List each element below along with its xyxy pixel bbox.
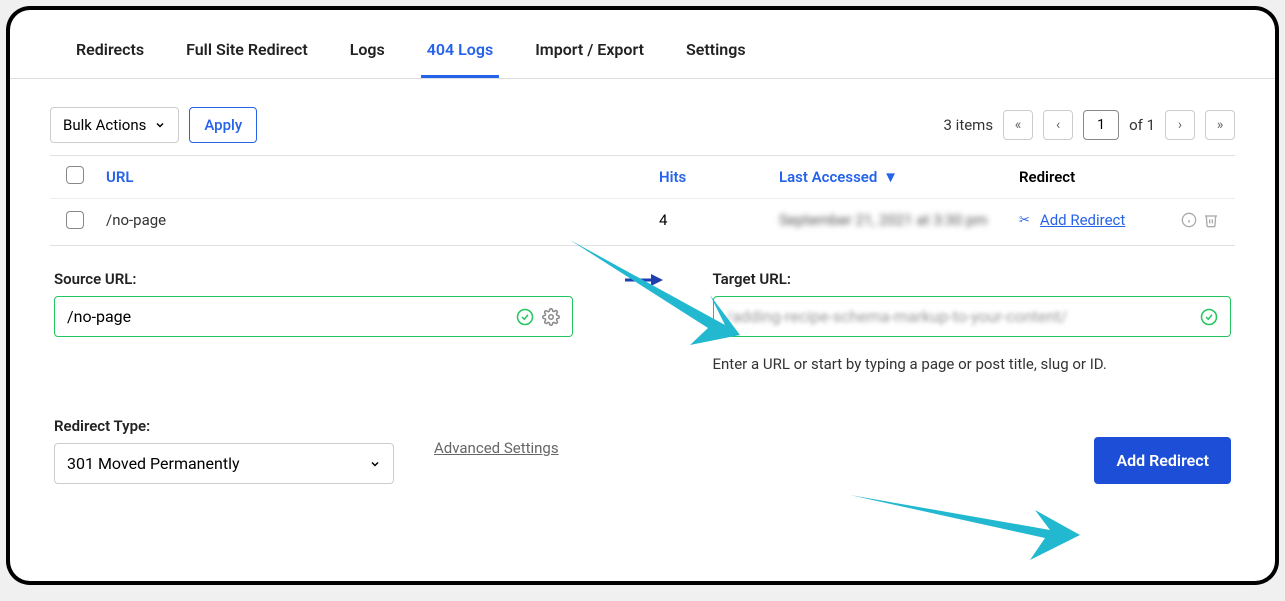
tab-bar: Redirects Full Site Redirect Logs 404 Lo… bbox=[10, 10, 1275, 79]
row-hits: 4 bbox=[659, 211, 779, 229]
bulk-actions-label: Bulk Actions bbox=[63, 116, 146, 134]
target-url-input[interactable] bbox=[726, 307, 1193, 326]
table-header: URL Hits Last Accessed ▼ Redirect bbox=[50, 156, 1235, 198]
pager-next-button[interactable]: › bbox=[1165, 110, 1195, 140]
target-url-group: Target URL: Enter a URL or start by typi… bbox=[713, 270, 1232, 373]
redirect-form: Source URL: Target URL: Enter a URL or s… bbox=[10, 246, 1275, 397]
tab-redirects[interactable]: Redirects bbox=[70, 30, 150, 78]
page-of-text: of 1 bbox=[1129, 116, 1155, 134]
row-action-icons bbox=[1181, 212, 1219, 228]
chevron-down-icon bbox=[369, 458, 381, 470]
row-checkbox[interactable] bbox=[66, 211, 84, 229]
add-redirect-link[interactable]: Add Redirect bbox=[1040, 211, 1125, 229]
pagination: 3 items « ‹ of 1 › » bbox=[944, 110, 1235, 140]
pager-last-button[interactable]: » bbox=[1205, 110, 1235, 140]
chevron-down-icon bbox=[154, 119, 166, 131]
apply-button[interactable]: Apply bbox=[189, 107, 257, 143]
logs-table: URL Hits Last Accessed ▼ Redirect /no-pa… bbox=[50, 155, 1235, 246]
row-checkbox-cell bbox=[66, 211, 106, 233]
redirect-type-label: Redirect Type: bbox=[54, 417, 394, 435]
add-redirect-button[interactable]: Add Redirect bbox=[1094, 437, 1231, 484]
source-url-label: Source URL: bbox=[54, 270, 573, 288]
column-redirect: Redirect bbox=[1019, 168, 1219, 186]
row-redirect-cell: ✂ Add Redirect bbox=[1019, 211, 1219, 229]
redirect-type-value: 301 Moved Permanently bbox=[67, 454, 240, 473]
pager-prev-button[interactable]: ‹ bbox=[1043, 110, 1073, 140]
item-count: 3 items bbox=[944, 116, 994, 134]
column-url[interactable]: URL bbox=[106, 168, 659, 186]
column-hits[interactable]: Hits bbox=[659, 168, 779, 186]
tab-logs[interactable]: Logs bbox=[344, 30, 391, 78]
row-url: /no-page bbox=[106, 211, 659, 229]
target-url-label: Target URL: bbox=[713, 270, 1232, 288]
tab-full-site-redirect[interactable]: Full Site Redirect bbox=[180, 30, 314, 78]
source-url-group: Source URL: bbox=[54, 270, 573, 337]
form-bottom-row: Redirect Type: 301 Moved Permanently Adv… bbox=[10, 397, 1275, 508]
redirect-type-select[interactable]: 301 Moved Permanently bbox=[54, 443, 394, 484]
arrow-right-icon bbox=[623, 270, 663, 290]
toolbar-left: Bulk Actions Apply bbox=[50, 107, 257, 143]
target-url-input-wrap bbox=[713, 296, 1232, 337]
check-circle-icon bbox=[1200, 308, 1218, 326]
source-url-input[interactable] bbox=[67, 307, 508, 326]
advanced-settings-link[interactable]: Advanced Settings bbox=[434, 439, 559, 463]
toolbar: Bulk Actions Apply 3 items « ‹ of 1 › » bbox=[10, 79, 1275, 155]
app-window: Redirects Full Site Redirect Logs 404 Lo… bbox=[10, 10, 1275, 581]
column-last-accessed-label: Last Accessed bbox=[779, 168, 877, 186]
redirect-type-group: Redirect Type: 301 Moved Permanently bbox=[54, 417, 394, 484]
check-circle-icon bbox=[516, 308, 534, 326]
tab-settings[interactable]: Settings bbox=[680, 30, 752, 78]
pager-first-button[interactable]: « bbox=[1003, 110, 1033, 140]
gear-icon[interactable] bbox=[542, 308, 560, 326]
header-checkbox-cell bbox=[66, 166, 106, 188]
bulk-actions-select[interactable]: Bulk Actions bbox=[50, 107, 179, 143]
column-last-accessed[interactable]: Last Accessed ▼ bbox=[779, 168, 1019, 186]
tab-404-logs[interactable]: 404 Logs bbox=[421, 30, 499, 78]
sort-desc-icon: ▼ bbox=[883, 168, 898, 186]
page-number-input[interactable] bbox=[1083, 110, 1119, 140]
redirect-icon: ✂ bbox=[1019, 213, 1030, 228]
tab-import-export[interactable]: Import / Export bbox=[529, 30, 650, 78]
row-last-accessed: September 21, 2021 at 3:30 pm bbox=[779, 211, 1019, 229]
select-all-checkbox[interactable] bbox=[66, 166, 84, 184]
target-url-helper: Enter a URL or start by typing a page or… bbox=[713, 355, 1232, 373]
table-row: /no-page 4 September 21, 2021 at 3:30 pm… bbox=[50, 198, 1235, 245]
trash-icon[interactable] bbox=[1203, 212, 1219, 228]
info-icon[interactable] bbox=[1181, 212, 1197, 228]
source-url-input-wrap bbox=[54, 296, 573, 337]
direction-arrow bbox=[583, 270, 703, 300]
